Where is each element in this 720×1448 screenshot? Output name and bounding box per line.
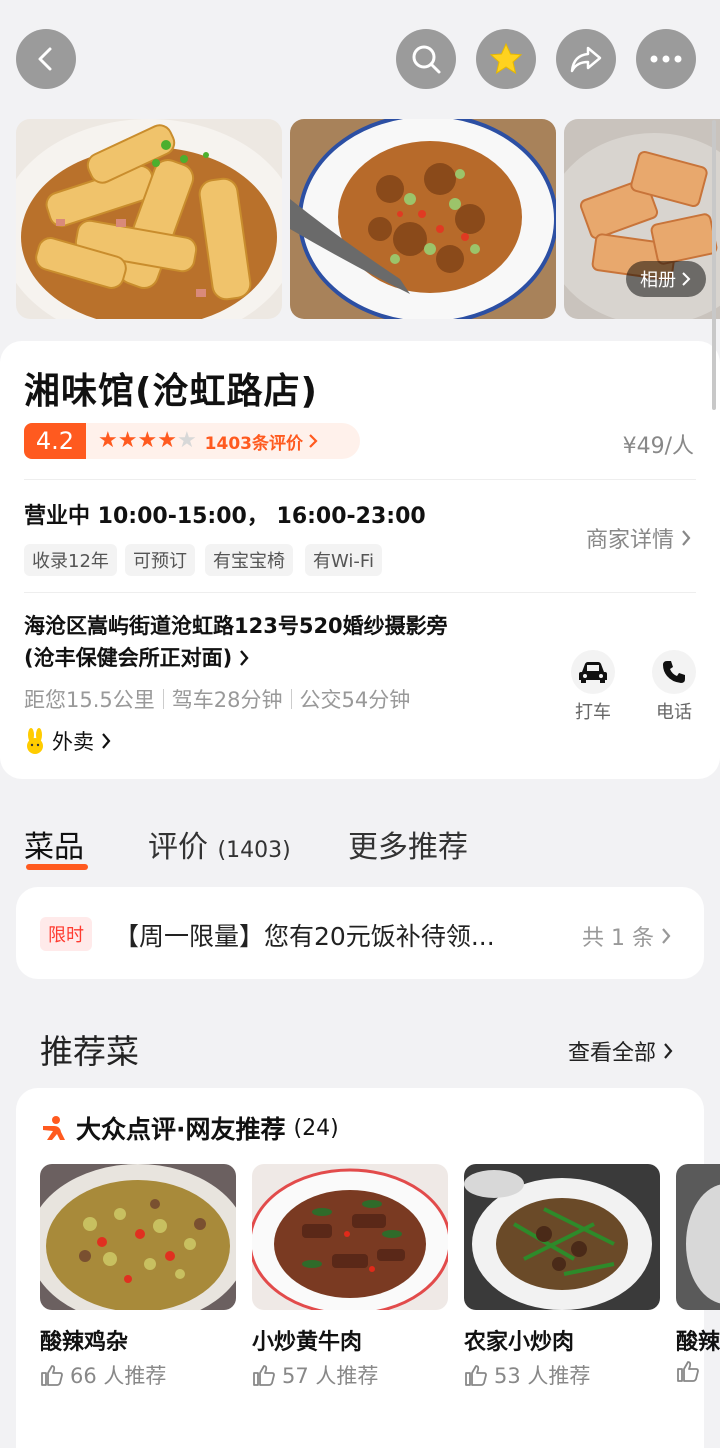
address-link[interactable]: 海沧区嵩屿街道沧虹路123号520婚纱摄影旁 (沧丰保健会所正对面) xyxy=(24,610,524,674)
chevron-right-icon xyxy=(240,650,249,666)
dish-name: 酸辣 xyxy=(676,1330,720,1355)
dish-likes: 57 人推荐 xyxy=(252,1360,378,1390)
chevron-right-icon xyxy=(682,530,691,546)
dish-name: 小炒黄牛肉 xyxy=(252,1330,363,1355)
thumbs-up-icon xyxy=(253,1365,275,1386)
merchant-detail-link[interactable]: 商家详情 xyxy=(586,522,692,554)
takeout-link[interactable]: 外卖 xyxy=(24,726,112,756)
netizen-recommend-title: 大众点评·网友推荐 (24) xyxy=(40,1110,339,1146)
card-title-count: (24) xyxy=(293,1115,339,1141)
card-title-label: 大众点评·网友推荐 xyxy=(76,1115,286,1144)
likes-count: 53 人推荐 xyxy=(494,1364,591,1388)
chevron-right-icon xyxy=(662,928,671,944)
takeout-label: 外卖 xyxy=(52,730,94,754)
thumbs-up-icon xyxy=(465,1365,487,1386)
phone-icon xyxy=(663,661,685,683)
thumbs-up-icon xyxy=(677,1361,699,1382)
dish-photo-2[interactable] xyxy=(252,1164,448,1310)
promo-count: 共 1 条 xyxy=(582,920,672,952)
rating-score: 4.2 xyxy=(24,423,86,459)
dish-name: 农家小炒肉 xyxy=(464,1330,575,1355)
shop-photo-1[interactable] xyxy=(16,119,282,319)
price-per-person: ¥49/人 xyxy=(622,434,694,459)
share-icon xyxy=(570,46,602,73)
tab-dishes[interactable]: 菜品 xyxy=(24,822,84,866)
tab-reviews-label: 评价 xyxy=(148,830,208,865)
dish-photo-4[interactable] xyxy=(676,1164,720,1310)
album-label: 相册 xyxy=(640,270,676,291)
promo-text: 【周一限量】您有20元饭补待领... xyxy=(114,922,495,951)
star-icon: ★ xyxy=(157,428,177,453)
separator xyxy=(162,689,164,709)
tab-reviews-count: (1403) xyxy=(217,838,291,863)
more-icon xyxy=(650,55,682,63)
taxi-button[interactable] xyxy=(571,650,615,694)
rating-reviews-link[interactable]: ★★★★★ 1403条评价 xyxy=(86,423,360,459)
dish-name: 酸辣鸡杂 xyxy=(40,1330,129,1355)
dianping-logo-icon xyxy=(43,1116,65,1140)
tag-wifi: 有Wi-Fi xyxy=(305,544,382,576)
thumbs-up-icon xyxy=(41,1365,63,1386)
address-line-1: 海沧区嵩屿街道沧虹路123号520婚纱摄影旁 xyxy=(24,614,448,638)
active-tab-indicator xyxy=(26,864,88,870)
chevron-right-icon xyxy=(102,733,111,749)
limited-time-badge: 限时 xyxy=(40,917,92,951)
scrollbar[interactable] xyxy=(712,120,716,410)
star-empty-icon: ★ xyxy=(176,428,197,453)
divider xyxy=(24,479,696,480)
recommended-title: 推荐菜 xyxy=(40,1032,139,1071)
merchant-detail-label: 商家详情 xyxy=(585,528,674,553)
tab-dishes-label: 菜品 xyxy=(24,830,84,865)
search-icon xyxy=(412,45,441,74)
star-icon: ★ xyxy=(137,428,158,453)
chevron-right-icon xyxy=(664,1043,673,1059)
search-button[interactable] xyxy=(396,29,456,89)
share-button[interactable] xyxy=(556,29,616,89)
dish-photo-3[interactable] xyxy=(464,1164,660,1310)
tag-listed: 收录12年 xyxy=(24,544,117,576)
likes-count: 57 人推荐 xyxy=(282,1364,379,1388)
shop-title: 湘味馆(沧虹路店) xyxy=(24,371,318,412)
star-rating: ★★★★★ xyxy=(98,430,197,452)
chevron-right-icon xyxy=(682,272,691,286)
album-button[interactable]: 相册 xyxy=(626,261,706,297)
promo-count-label: 共 1 条 xyxy=(582,926,654,951)
dish-likes: 66 人推荐 xyxy=(40,1360,166,1390)
tab-reviews[interactable]: 评价 (1403) xyxy=(148,822,291,866)
favorite-button[interactable] xyxy=(476,29,536,89)
tag-reservation: 可预订 xyxy=(125,544,195,576)
shop-photo-3[interactable]: 相册 xyxy=(564,119,720,319)
tag-baby-chair: 有宝宝椅 xyxy=(205,544,293,576)
star-icon: ★ xyxy=(98,428,118,453)
shop-photo-2[interactable] xyxy=(290,119,556,319)
more-button[interactable] xyxy=(636,29,696,89)
review-count: 1403条评价 xyxy=(204,433,303,454)
taxi-label: 打车 xyxy=(575,702,611,723)
likes-count: 66 人推荐 xyxy=(70,1364,167,1388)
rabbit-icon xyxy=(27,728,43,754)
tab-more-recommendations[interactable]: 更多推荐 xyxy=(348,822,468,866)
view-all-label: 查看全部 xyxy=(567,1041,656,1066)
separator xyxy=(290,689,292,709)
dish-photo-1[interactable] xyxy=(40,1164,236,1310)
distance-text: 距您15.5公里 xyxy=(24,688,155,712)
business-hours: 营业中 10:00-15:00， 16:00-23:00 xyxy=(24,504,426,529)
distance-info: 距您15.5公里 驾车28分钟 公交54分钟 xyxy=(24,684,410,714)
dish-likes xyxy=(676,1360,720,1382)
back-button[interactable] xyxy=(16,29,76,89)
drive-time: 驾车28分钟 xyxy=(171,688,283,712)
star-icon xyxy=(489,42,523,75)
phone-button[interactable] xyxy=(652,650,696,694)
phone-label: 电话 xyxy=(656,702,692,723)
view-all-link[interactable]: 查看全部 xyxy=(568,1035,674,1067)
divider xyxy=(24,592,696,593)
tab-more-label: 更多推荐 xyxy=(348,830,468,865)
back-arrow-icon xyxy=(38,47,52,71)
transit-time: 公交54分钟 xyxy=(299,688,411,712)
chevron-right-icon xyxy=(309,434,318,448)
car-icon xyxy=(579,662,607,683)
address-line-2: (沧丰保健会所正对面) xyxy=(24,646,233,670)
dish-likes: 53 人推荐 xyxy=(464,1360,590,1390)
star-icon: ★ xyxy=(117,428,138,453)
